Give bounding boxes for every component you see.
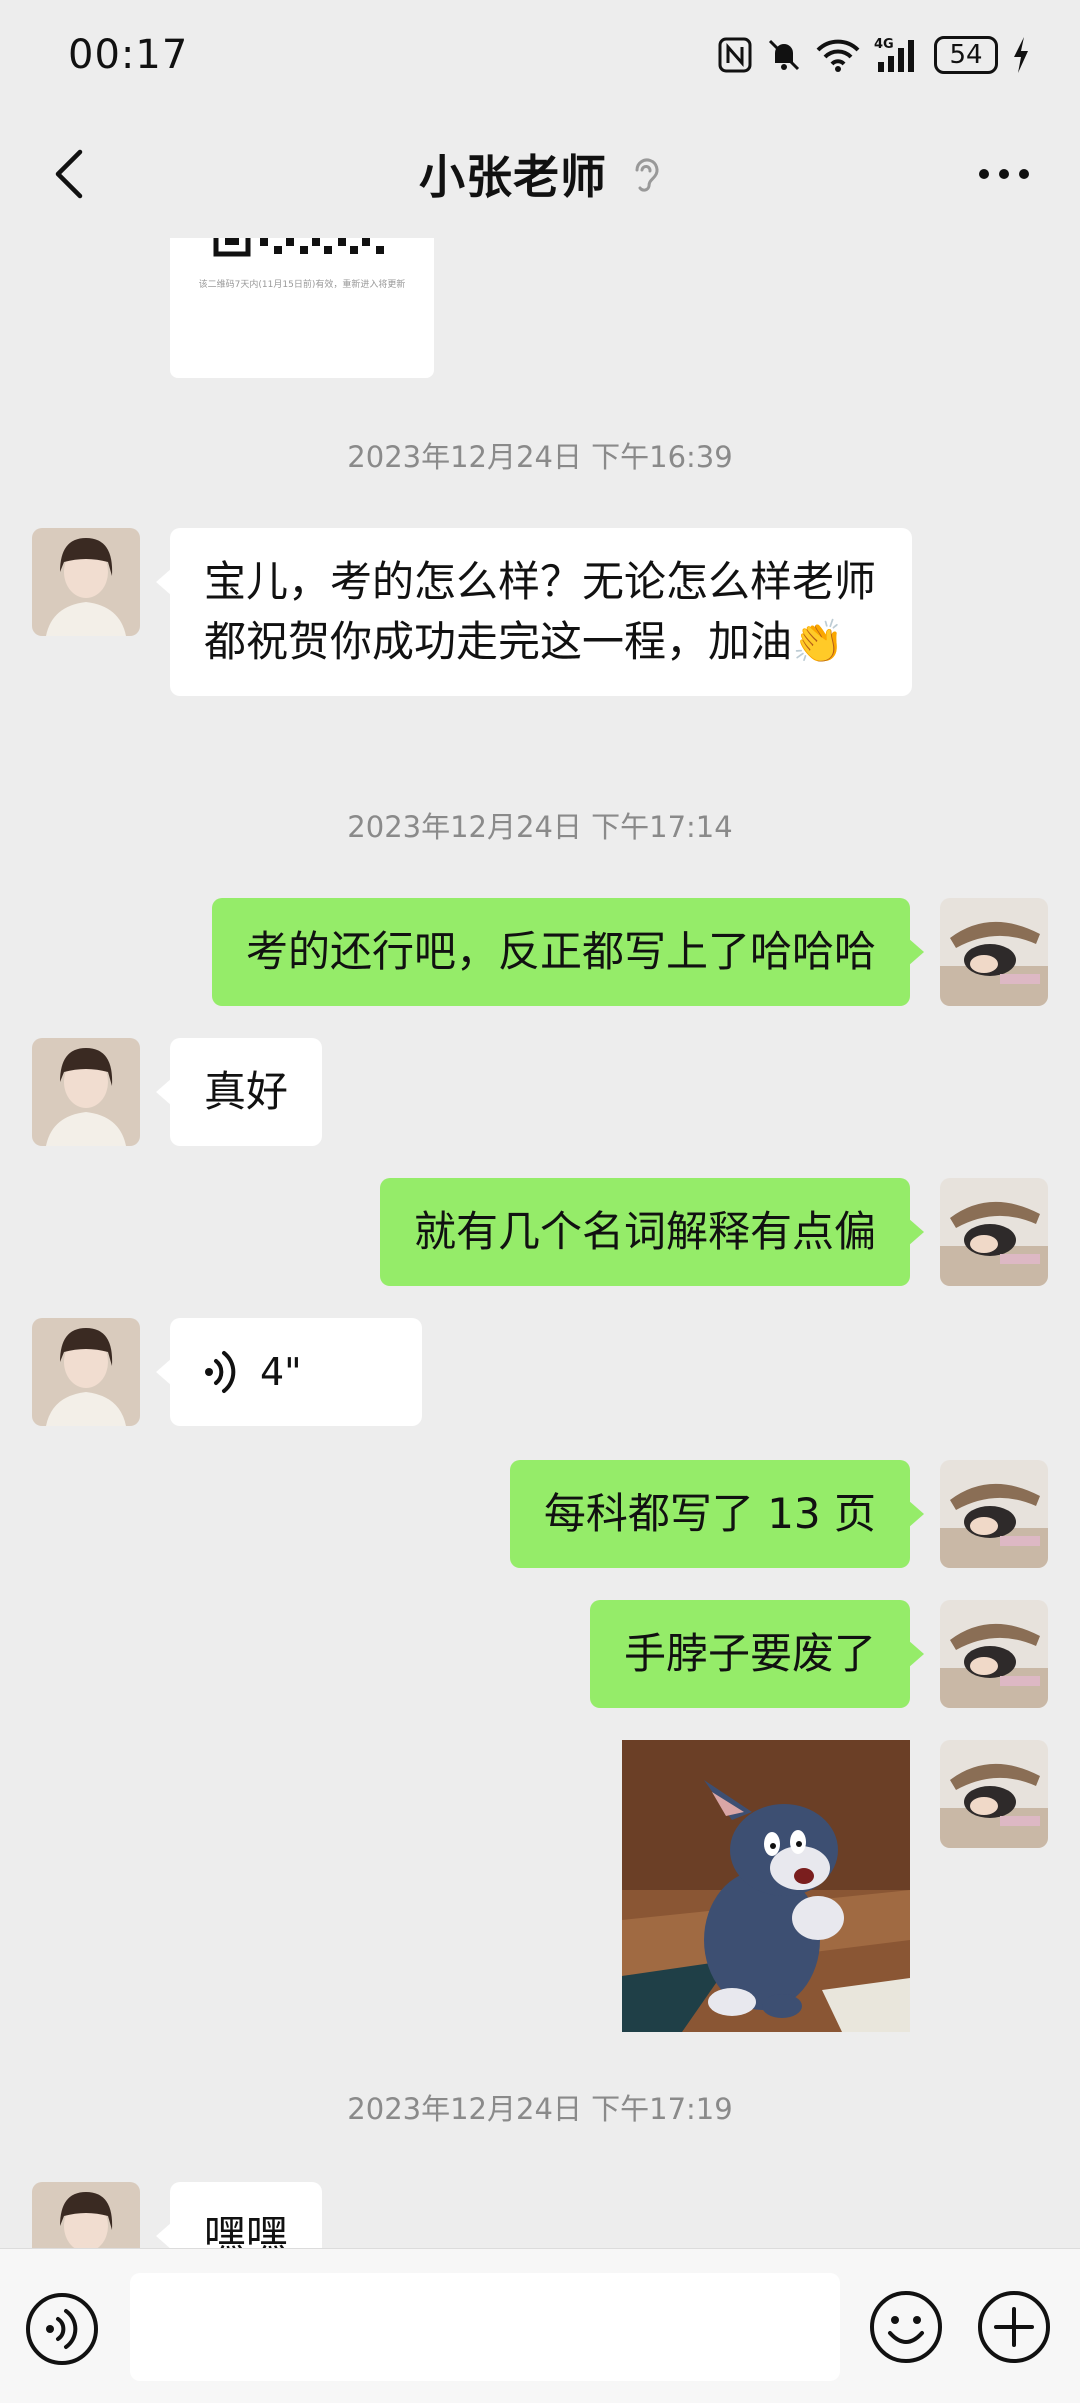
message-bubble-incoming[interactable]: 宝儿，考的怎么样？无论怎么样老师都祝贺你成功走完这一程，加油👏 — [156, 528, 912, 696]
emoji-button[interactable] — [868, 2289, 944, 2365]
contact-avatar[interactable] — [32, 2182, 140, 2248]
message-timestamp: 2023年12月24日 下午17:14 — [347, 810, 733, 844]
signal-icon: 4G — [874, 36, 920, 74]
contact-avatar[interactable] — [32, 528, 140, 636]
message-bubble-outgoing[interactable]: 考的还行吧，反正都写上了哈哈哈 — [211, 898, 925, 1006]
qr-code-image — [213, 238, 384, 257]
message-bubble-outgoing[interactable]: 每科都写了 13 页 — [509, 1460, 925, 1568]
my-avatar[interactable] — [940, 1178, 1048, 1286]
wifi-icon — [816, 38, 860, 72]
ear-icon — [635, 158, 659, 192]
nfc-icon — [718, 37, 752, 73]
voice-input-icon — [26, 2293, 98, 2365]
more-functions-button[interactable] — [976, 2289, 1052, 2365]
message-bubble-outgoing[interactable]: 就有几个名词解释有点偏 — [379, 1178, 925, 1286]
tom-cat-sticker[interactable] — [622, 1740, 910, 2032]
emoji-icon — [870, 2291, 942, 2363]
voice-message-bubble[interactable]: 4" — [156, 1318, 422, 1426]
back-arrow-icon — [55, 149, 83, 199]
message-input[interactable] — [130, 2273, 840, 2381]
plus-icon — [978, 2291, 1050, 2363]
message-bubble-outgoing[interactable]: 手脖子要废了 — [589, 1600, 925, 1708]
my-avatar[interactable] — [940, 898, 1048, 1006]
more-dots-icon — [979, 169, 1029, 179]
message-timestamp: 2023年12月24日 下午17:19 — [347, 2092, 733, 2126]
mute-bell-icon — [766, 37, 802, 73]
contact-avatar[interactable] — [32, 1038, 140, 1146]
charging-icon — [1012, 37, 1030, 73]
qr-code-caption: 该二维码7天内(11月15日前)有效，重新进入将更新 — [198, 280, 406, 290]
message-bubble-incoming[interactable]: 嘿嘿 — [155, 2182, 323, 2248]
qr-code-card[interactable]: 该二维码7天内(11月15日前)有效，重新进入将更新 — [170, 238, 434, 378]
my-avatar[interactable] — [940, 1460, 1048, 1568]
status-time: 00:17 — [68, 32, 189, 78]
contact-avatar[interactable] — [32, 1318, 140, 1426]
more-options-button[interactable] — [964, 144, 1044, 204]
chat-header: 小张老师 — [0, 110, 1080, 238]
voice-input-button[interactable] — [24, 2291, 100, 2367]
status-icons: 4G 54 — [718, 36, 1030, 74]
chat-messages[interactable]: 该二维码7天内(11月15日前)有效，重新进入将更新 2023年12月24日 下… — [0, 238, 1080, 2248]
voice-duration: 4" — [260, 1350, 302, 1394]
status-bar: 00:17 4G 54 — [0, 0, 1080, 110]
voice-wave-icon — [205, 1351, 236, 1393]
back-button[interactable] — [40, 144, 100, 204]
battery-indicator: 54 — [934, 36, 998, 74]
chat-title: 小张老师 — [419, 150, 607, 204]
message-timestamp: 2023年12月24日 下午16:39 — [347, 440, 733, 474]
my-avatar[interactable] — [940, 1600, 1048, 1708]
network-type-label: 4G — [874, 37, 894, 52]
message-bubble-incoming[interactable]: 真好 — [155, 1038, 323, 1146]
message-input-bar — [0, 2248, 1080, 2403]
my-avatar[interactable] — [940, 1740, 1048, 1848]
